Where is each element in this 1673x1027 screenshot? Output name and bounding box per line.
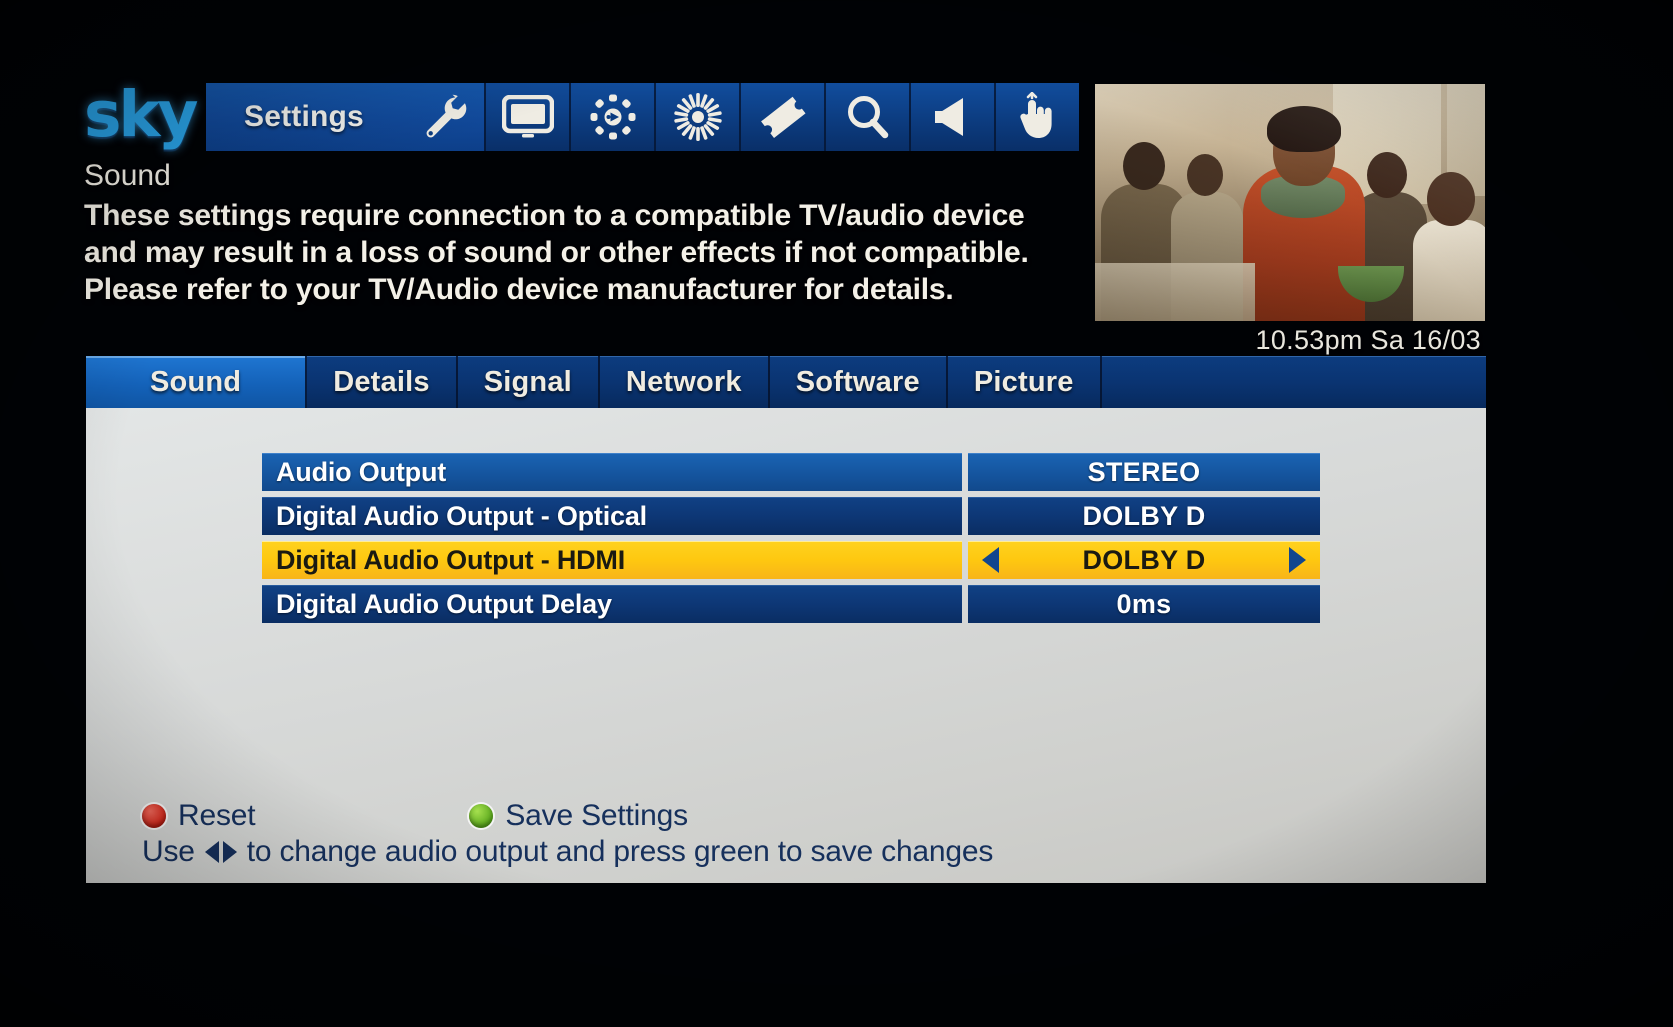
tab-details[interactable]: Details	[307, 356, 458, 408]
picture-in-picture-video[interactable]	[1095, 84, 1485, 321]
description-line-1: These settings require connection to a c…	[84, 199, 1025, 232]
menu-item-interactive[interactable]	[994, 83, 1079, 151]
settings-panel: Audio Output STEREO Digital Audio Output…	[86, 408, 1486, 883]
section-title: Sound	[84, 159, 171, 192]
row-value-text: 0ms	[1116, 588, 1172, 619]
arrow-right-icon	[222, 841, 237, 863]
menu-item-tv[interactable]	[484, 83, 569, 151]
save-button-label: Save Settings	[505, 799, 688, 832]
save-settings-button[interactable]: Save Settings	[469, 799, 688, 833]
hint-prefix: Use	[142, 835, 195, 868]
setting-label-delay[interactable]: Digital Audio Output Delay	[262, 585, 962, 623]
row-label-text: Digital Audio Output - HDMI	[276, 544, 626, 575]
search-icon	[843, 92, 893, 142]
setting-label-hdmi[interactable]: Digital Audio Output - HDMI	[262, 541, 962, 579]
tab-software[interactable]: Software	[770, 356, 948, 408]
sky-logo: sky	[84, 78, 198, 151]
tv-screen: sky Settings Sound These settings requir…	[0, 0, 1673, 1027]
description-line-3: Please refer to your TV/Audio device man…	[84, 273, 954, 306]
footer: Reset Save Settings Use to change audio …	[86, 799, 1486, 883]
wrench-icon	[419, 91, 471, 143]
green-button-icon	[469, 804, 494, 828]
table-row[interactable]: Digital Audio Output - Optical DOLBY D	[262, 497, 1320, 535]
sun-burst-icon	[672, 91, 724, 143]
tab-signal-label: Signal	[483, 365, 572, 398]
hint-line: Use to change audio output and press gre…	[142, 835, 1486, 869]
tab-details-label: Details	[333, 365, 430, 398]
menu-title-label: Settings	[244, 100, 364, 133]
tab-picture-label: Picture	[973, 365, 1074, 398]
table-row[interactable]: Digital Audio Output - HDMI DOLBY D	[262, 541, 1320, 579]
menu-item-media[interactable]	[569, 83, 654, 151]
setting-value-optical[interactable]: DOLBY D	[968, 497, 1320, 535]
chevron-left-icon[interactable]	[982, 547, 999, 573]
hand-touch-icon	[1014, 92, 1062, 142]
row-label-text: Digital Audio Output Delay	[276, 588, 612, 619]
tab-bar: Sound Details Signal Network Software Pi…	[86, 356, 1486, 408]
tab-signal[interactable]: Signal	[458, 356, 600, 408]
menu-item-sound[interactable]	[909, 83, 994, 151]
setting-value-audio-output[interactable]: STEREO	[968, 453, 1320, 491]
table-row[interactable]: Digital Audio Output Delay 0ms	[262, 585, 1320, 623]
main-menu-bar: Settings	[206, 83, 1079, 151]
tab-network-label: Network	[625, 365, 742, 398]
pip-shading-overlay	[1095, 84, 1485, 321]
media-play-circle-icon	[588, 92, 638, 142]
chevron-right-icon[interactable]	[1289, 547, 1306, 573]
menu-item-search[interactable]	[824, 83, 909, 151]
menu-title-settings[interactable]: Settings	[206, 83, 406, 151]
red-button-icon	[142, 804, 166, 828]
setting-value-hdmi[interactable]: DOLBY D	[968, 541, 1320, 579]
ticket-icon	[757, 91, 809, 143]
reset-button-label: Reset	[178, 799, 256, 832]
arrow-left-icon	[204, 841, 219, 863]
row-label-text: Audio Output	[276, 456, 447, 487]
tab-sound-label: Sound	[150, 365, 242, 398]
menu-item-boxoffice[interactable]	[739, 83, 824, 151]
hint-arrows	[204, 841, 237, 863]
clock-text: 10.53pm Sa 16/03	[1255, 324, 1481, 355]
menu-item-wrench[interactable]	[406, 83, 484, 151]
row-label-text: Digital Audio Output - Optical	[276, 500, 647, 531]
tab-sound[interactable]: Sound	[86, 356, 308, 408]
speaker-icon	[929, 94, 977, 140]
setting-label-audio-output[interactable]: Audio Output	[262, 453, 962, 491]
tab-software-label: Software	[795, 365, 920, 398]
color-button-row: Reset Save Settings	[142, 799, 1486, 833]
clock-bar: 10.53pm Sa 16/03	[1095, 321, 1485, 359]
hint-suffix: to change audio output and press green t…	[246, 835, 994, 868]
reset-button[interactable]: Reset	[142, 799, 256, 833]
menu-item-brightness[interactable]	[654, 83, 739, 151]
tab-network[interactable]: Network	[600, 356, 770, 408]
table-row[interactable]: Audio Output STEREO	[262, 453, 1320, 491]
tv-icon	[501, 95, 554, 139]
row-value-text: STEREO	[1087, 456, 1201, 487]
info-block: Sound These settings require connection …	[84, 158, 1084, 308]
settings-list: Audio Output STEREO Digital Audio Output…	[262, 453, 1320, 629]
setting-label-optical[interactable]: Digital Audio Output - Optical	[262, 497, 962, 535]
row-value-text: DOLBY D	[1082, 500, 1206, 531]
row-value-text: DOLBY D	[1082, 544, 1206, 575]
setting-value-delay[interactable]: 0ms	[968, 585, 1320, 623]
tab-bar-filler	[1102, 356, 1486, 408]
description-line-2: and may result in a loss of sound or oth…	[84, 236, 1029, 269]
tab-picture[interactable]: Picture	[948, 356, 1102, 408]
